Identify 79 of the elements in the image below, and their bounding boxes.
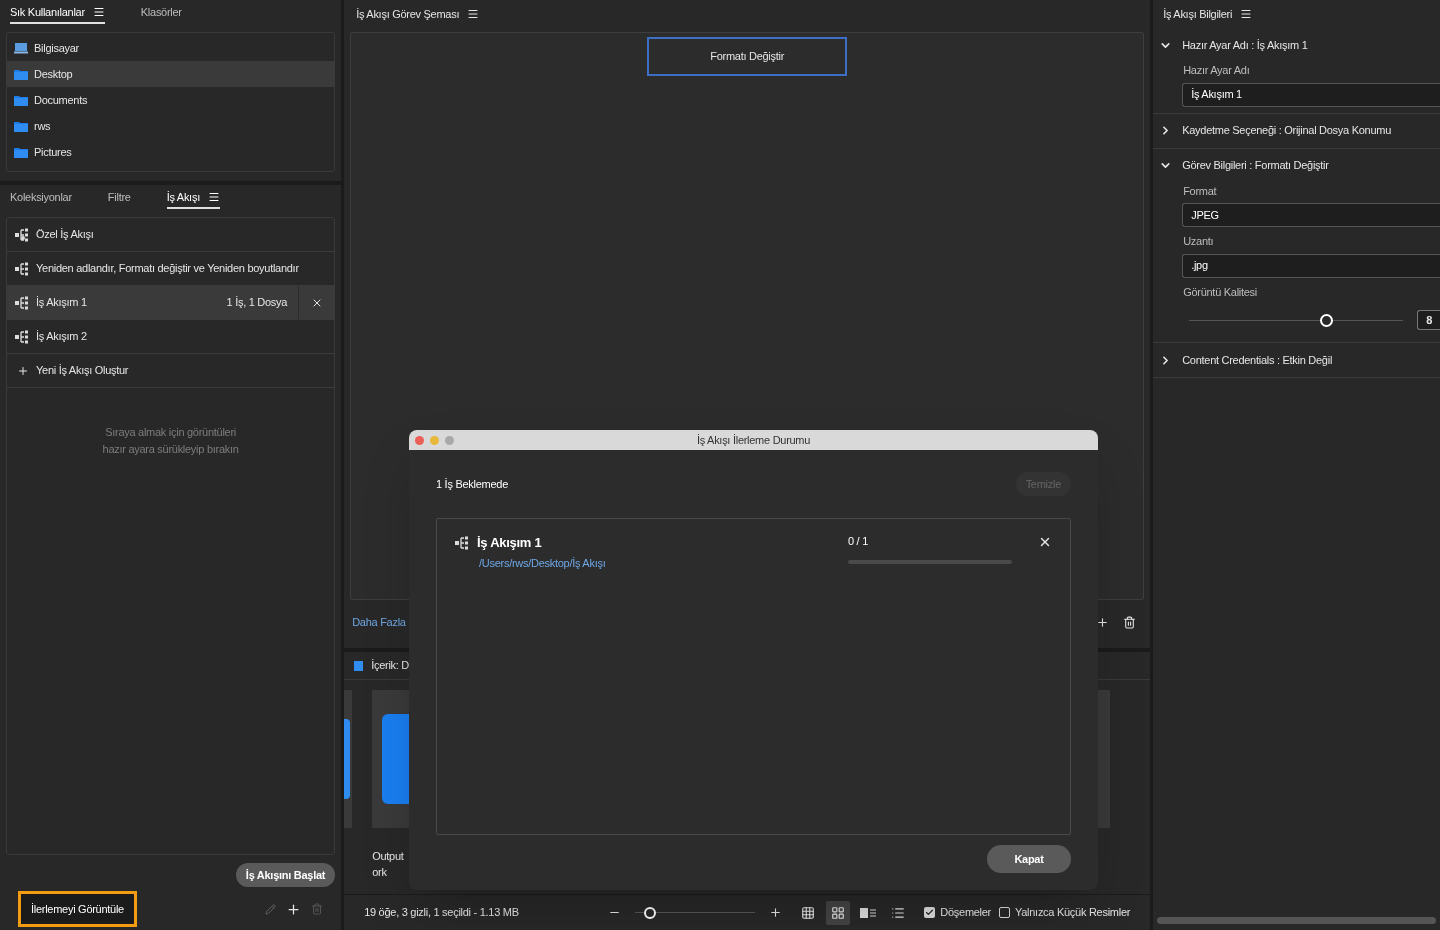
thumbnail-caption: Output — [372, 849, 404, 864]
menu-icon[interactable] — [1240, 8, 1253, 20]
menu-icon[interactable] — [92, 6, 105, 18]
scrollbar[interactable] — [1157, 917, 1436, 924]
zoom-in-icon[interactable] — [769, 906, 783, 919]
start-workflow-button[interactable]: İş Akışını Başlat — [235, 863, 336, 887]
custom-workflow-icon — [15, 227, 31, 242]
plus-icon[interactable] — [1096, 615, 1110, 629]
field-label: Uzantı — [1183, 234, 1215, 249]
favorites-item[interactable]: Documents — [7, 87, 335, 113]
workflow-item[interactable]: İş Akışım 1 1 İş, 1 Dosya — [7, 286, 335, 320]
workflow-icon — [15, 329, 31, 344]
favorites-item[interactable]: Bilgisayar — [7, 35, 335, 61]
section-header[interactable]: Hazır Ayar Adı : İş Akışım 1 — [1153, 28, 1440, 62]
task-node[interactable]: Formatı Değiştir — [647, 37, 848, 76]
panel-title: İş Akışı Bilgileri — [1163, 6, 1233, 22]
workflow-icon — [15, 295, 31, 310]
workflow-item[interactable]: İş Akışım 2 — [7, 320, 335, 354]
tiles-icon — [831, 905, 846, 920]
slider-thumb[interactable] — [643, 906, 656, 919]
section-header[interactable]: Kaydetme Seçeneği : Orijinal Dosya Konumu — [1153, 113, 1440, 148]
favorites-item[interactable]: Desktop — [7, 61, 335, 87]
input-field[interactable]: İş Akışım 1 — [1182, 82, 1440, 107]
panel-tab[interactable]: İş Akışı — [166, 189, 220, 209]
drop-hint: hazır ayara sürükleyip bırakın — [102, 441, 239, 457]
plus-icon[interactable] — [286, 901, 302, 917]
window-title: İş Akışı İlerleme Durumu — [695, 432, 812, 448]
panel-title: İş Akışı Görev Şeması — [356, 6, 460, 22]
workflow-icon — [15, 261, 31, 276]
field-label: Format — [1183, 183, 1218, 199]
status-summary: 19 öğe, 3 gizli, 1 seçildi - 1.13 MB — [364, 905, 520, 921]
thumbnail-caption: ork — [372, 865, 387, 880]
progress-count: 0 / 1 — [848, 534, 870, 549]
folder-icon — [14, 120, 28, 132]
checkbox-label: Döşemeler — [940, 905, 991, 921]
panel-title: İçerik: D — [371, 658, 410, 674]
menu-icon[interactable] — [207, 191, 220, 203]
folder-icon — [14, 68, 28, 80]
input-field[interactable]: 8 — [1417, 310, 1440, 330]
panel-tab[interactable]: Sık Kullanılanlar — [10, 4, 105, 24]
trash-icon[interactable] — [1123, 615, 1137, 629]
close-icon[interactable] — [1038, 535, 1052, 549]
pending-count: 1 İş Beklemede — [436, 476, 508, 492]
panel-tab[interactable]: Filtre — [107, 189, 131, 209]
field-label: Görüntü Kalitesi — [1183, 284, 1259, 300]
favorites-item[interactable]: rws — [7, 113, 335, 139]
zoom-slider[interactable] — [635, 905, 756, 920]
quality-slider[interactable] — [1189, 313, 1404, 327]
view-progress-button[interactable]: İlerlemeyi Görüntüle — [18, 891, 137, 927]
menu-icon[interactable] — [467, 8, 480, 20]
grid-icon — [801, 905, 816, 920]
input-field[interactable]: .jpg — [1182, 253, 1440, 278]
monitor-icon — [14, 42, 28, 54]
folder-icon — [14, 146, 28, 158]
drop-hint: Sıraya almak için görüntüleri — [105, 425, 236, 440]
folder-icon — [14, 94, 28, 106]
section-header[interactable]: Content Credentials : Etkin Değil — [1153, 343, 1440, 377]
list-icon — [891, 905, 906, 920]
workflow-item[interactable]: Özel İş Akışı — [7, 218, 335, 252]
field-label: Hazır Ayar Adı — [1183, 63, 1251, 78]
folder-icon — [354, 660, 364, 671]
close-button[interactable]: Kapat — [987, 845, 1071, 873]
workflow-item[interactable]: Yeni İş Akışı Oluştur — [7, 354, 335, 388]
details-view-icon — [860, 906, 877, 919]
job-name: İş Akışım 1 — [477, 534, 542, 552]
checkbox[interactable] — [999, 907, 1010, 918]
checkbox-label: Yalnızca Küçük Resimler — [1015, 905, 1131, 921]
input-field[interactable]: JPEG — [1182, 203, 1440, 227]
more-link[interactable]: Daha Fazla — [352, 613, 406, 631]
view-mode-button[interactable] — [826, 900, 851, 925]
checkbox[interactable] — [924, 907, 936, 918]
panel-tab[interactable]: Koleksiyonlar — [10, 189, 72, 209]
workflow-icon — [455, 535, 471, 550]
slider-thumb[interactable] — [1320, 313, 1334, 327]
panel-tab[interactable]: Klasörler — [140, 4, 182, 24]
job-path-link[interactable]: /Users/rws/Desktop/İş Akışı — [455, 554, 848, 571]
favorites-item[interactable]: Pictures — [7, 139, 335, 165]
section-header[interactable]: Görev Bilgileri : Formatı Değiştir — [1153, 148, 1440, 183]
plus-icon — [17, 364, 29, 377]
